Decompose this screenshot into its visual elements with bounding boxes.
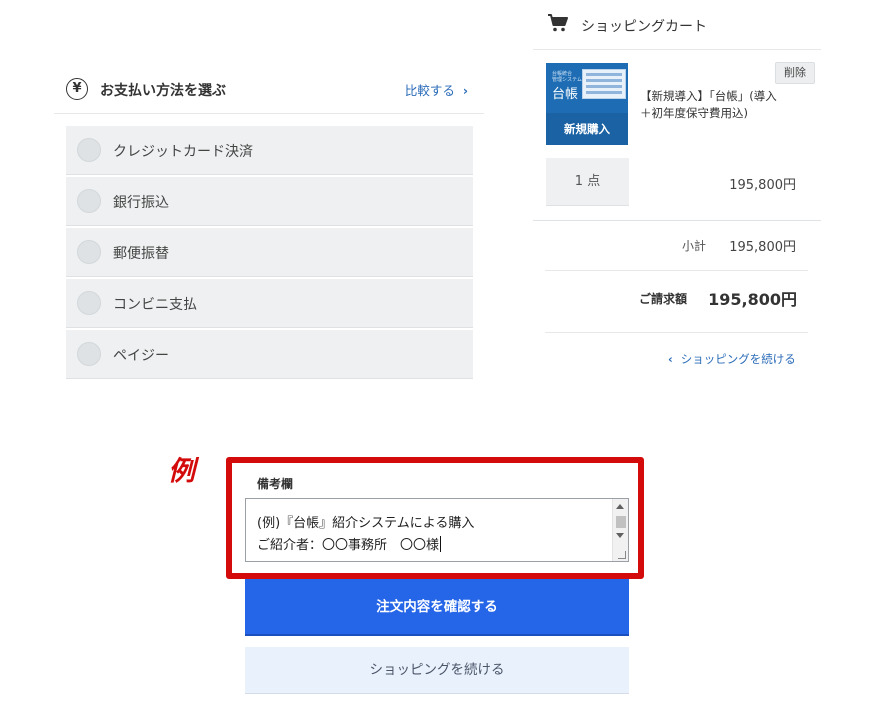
cart-header: ショッピングカート <box>533 0 821 50</box>
continue-shopping-link-label: ショッピングを続ける <box>680 352 796 366</box>
payment-option-pay-easy[interactable]: ペイジー <box>66 330 473 379</box>
payment-option-postal-transfer[interactable]: 郵便振替 <box>66 228 473 277</box>
payment-option-label: クレジットカード決済 <box>113 144 253 160</box>
cart-title: ショッピングカート <box>581 19 707 35</box>
product-name: 【新規導入】「台帳」(導入＋初年度保守費用込) <box>640 89 777 120</box>
compare-link-label: 比較する <box>404 83 455 98</box>
resize-handle-icon[interactable] <box>618 551 626 559</box>
payment-option-label: 郵便振替 <box>113 246 169 262</box>
payment-option-label: ペイジー <box>113 348 169 364</box>
chevron-left-icon: ‹ <box>668 352 673 366</box>
thumbnail-band-label: 新規購入 <box>546 113 628 145</box>
compare-link[interactable]: 比較する › <box>405 80 468 99</box>
scroll-down-arrow-icon[interactable] <box>616 533 624 538</box>
payment-option-label: 銀行振込 <box>113 195 169 211</box>
scroll-up-arrow-icon[interactable] <box>616 504 624 509</box>
payment-options-list: クレジットカード決済 銀行振込 郵便振替 コンビニ支払 ペイジー <box>66 126 473 381</box>
yen-icon: ¥ <box>66 78 88 100</box>
example-annotation: 例 <box>168 456 195 487</box>
radio-button[interactable] <box>77 291 101 315</box>
payment-option-bank-transfer[interactable]: 銀行振込 <box>66 177 473 226</box>
subtotal-label: 小計 <box>682 239 707 253</box>
radio-button[interactable] <box>77 189 101 213</box>
radio-button[interactable] <box>77 240 101 264</box>
item-quantity: 1 点 <box>546 158 629 206</box>
payment-title: お支払い方法を選ぶ <box>100 83 226 99</box>
shopping-cart-icon <box>548 14 568 32</box>
radio-button[interactable] <box>77 342 101 366</box>
confirm-order-button[interactable]: 注文内容を確認する <box>245 579 629 636</box>
divider <box>533 220 821 221</box>
subtotal-value: 195,800円 <box>729 240 796 255</box>
remarks-textarea[interactable]: (例)『台帳』紹介システムによる購入 ご紹介者：〇〇事務所 〇〇様 <box>245 498 629 562</box>
remarks-text-line: (例)『台帳』紹介システムによる購入 <box>257 516 475 531</box>
text-caret <box>440 536 442 552</box>
remarks-text-line: ご紹介者：〇〇事務所 〇〇様 <box>257 534 442 553</box>
chevron-right-icon: › <box>462 83 468 98</box>
thumbnail-title: 台帳 <box>552 87 579 102</box>
total-value: 195,800円 <box>708 290 797 309</box>
total-label: ご請求額 <box>639 292 688 306</box>
payment-option-label: コンビニ支払 <box>113 297 197 313</box>
continue-shopping-link[interactable]: ‹ ショッピングを続ける <box>668 351 796 367</box>
thumbnail-screen-image <box>582 69 626 99</box>
payment-section-header: ¥ お支払い方法を選ぶ 比較する › <box>54 66 484 114</box>
divider <box>545 332 808 333</box>
radio-button[interactable] <box>77 138 101 162</box>
remarks-label: 備考欄 <box>257 477 294 491</box>
continue-shopping-button[interactable]: ショッピングを続ける <box>245 647 629 694</box>
payment-option-convenience-store[interactable]: コンビニ支払 <box>66 279 473 328</box>
scrollbar-thumb[interactable] <box>616 516 626 528</box>
remarks-text-line-content: ご紹介者：〇〇事務所 〇〇様 <box>257 538 440 553</box>
thumbnail-caption: 台帳統合 管理システム <box>552 71 582 83</box>
product-thumbnail[interactable]: 台帳統合 管理システム 台帳 新規購入 <box>546 63 628 145</box>
payment-option-credit-card[interactable]: クレジットカード決済 <box>66 126 473 175</box>
delete-item-button[interactable]: 削除 <box>775 62 815 84</box>
item-price: 195,800円 <box>729 178 796 193</box>
divider <box>545 270 808 271</box>
